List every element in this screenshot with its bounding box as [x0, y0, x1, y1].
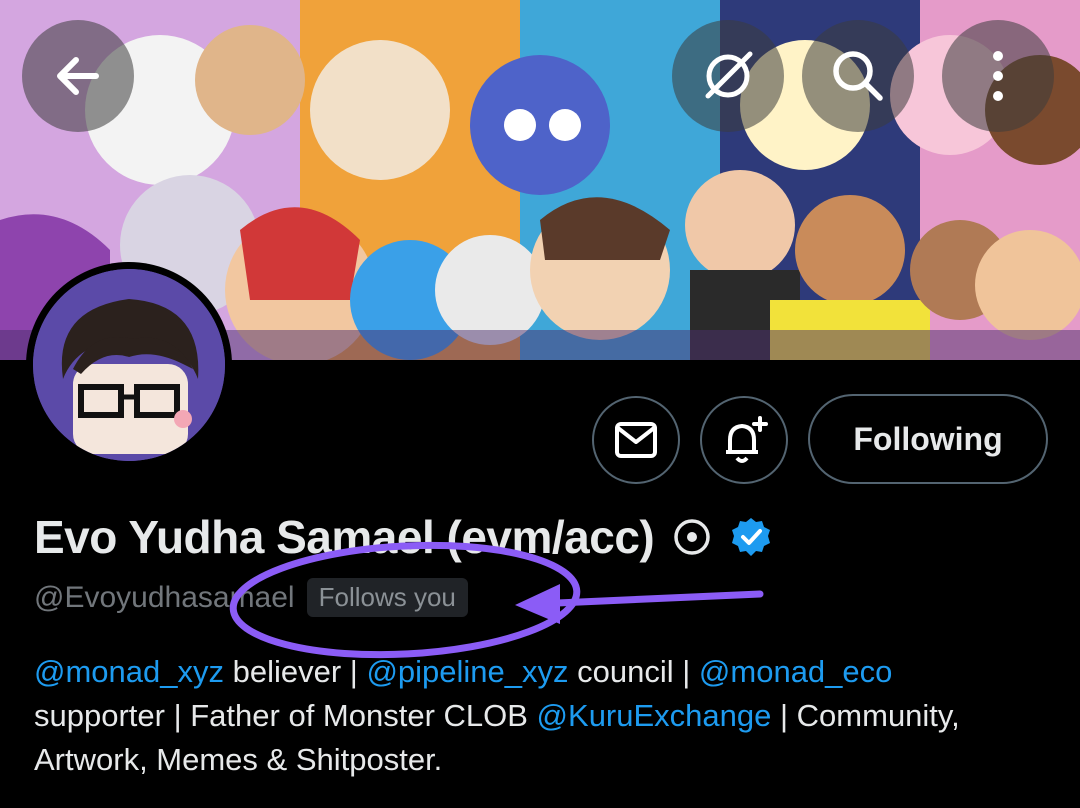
- bio-line: @monad_xyz believer | @pipeline_xyz coun…: [34, 650, 1054, 694]
- arrow-left-icon: [57, 57, 99, 95]
- annotation-arrow: [531, 590, 764, 608]
- bio-text: supporter | Father of Monster CLOB: [34, 698, 537, 733]
- avatar[interactable]: [26, 262, 232, 468]
- grok-button[interactable]: [672, 20, 784, 132]
- following-button[interactable]: Following: [808, 394, 1048, 484]
- mention-link[interactable]: @KuruExchange: [537, 698, 772, 733]
- bio-line: Artwork, Memes & Shitposter.: [34, 738, 1054, 782]
- notify-button[interactable]: [700, 396, 788, 484]
- bio: @monad_xyz believer | @pipeline_xyz coun…: [34, 650, 1054, 782]
- more-vertical-icon: [993, 51, 1003, 101]
- verified-badge-icon[interactable]: [730, 516, 772, 558]
- annotation-arrowhead: [515, 584, 560, 624]
- avatar-image: [33, 269, 225, 461]
- back-button[interactable]: [22, 20, 134, 132]
- bio-line: supporter | Father of Monster CLOB @Kuru…: [34, 694, 1054, 738]
- mention-link[interactable]: @pipeline_xyz: [366, 654, 568, 689]
- bio-text: believer |: [224, 654, 367, 689]
- follows-you-badge: Follows you: [306, 578, 468, 617]
- bio-text: | Community,: [771, 698, 960, 733]
- mail-icon: [615, 422, 657, 458]
- grok-icon: [705, 51, 753, 99]
- mention-link[interactable]: @monad_eco: [699, 654, 892, 689]
- bio-text: council |: [568, 654, 699, 689]
- username: @Evoyudhasamael: [34, 580, 295, 614]
- mention-link[interactable]: @monad_xyz: [34, 654, 224, 689]
- handle-row: @Evoyudhasamael Follows you: [34, 578, 468, 617]
- display-name: Evo Yudha Samael (evm/acc): [34, 511, 655, 563]
- search-icon: [833, 51, 883, 101]
- name-row: Evo Yudha Samael (evm/acc): [34, 510, 772, 564]
- bell-plus-icon: [726, 416, 768, 463]
- search-button[interactable]: [802, 20, 914, 132]
- bio-text: Artwork, Memes & Shitposter.: [34, 742, 443, 777]
- affiliate-icon[interactable]: [672, 517, 712, 557]
- message-button[interactable]: [592, 396, 680, 484]
- more-button[interactable]: [942, 20, 1054, 132]
